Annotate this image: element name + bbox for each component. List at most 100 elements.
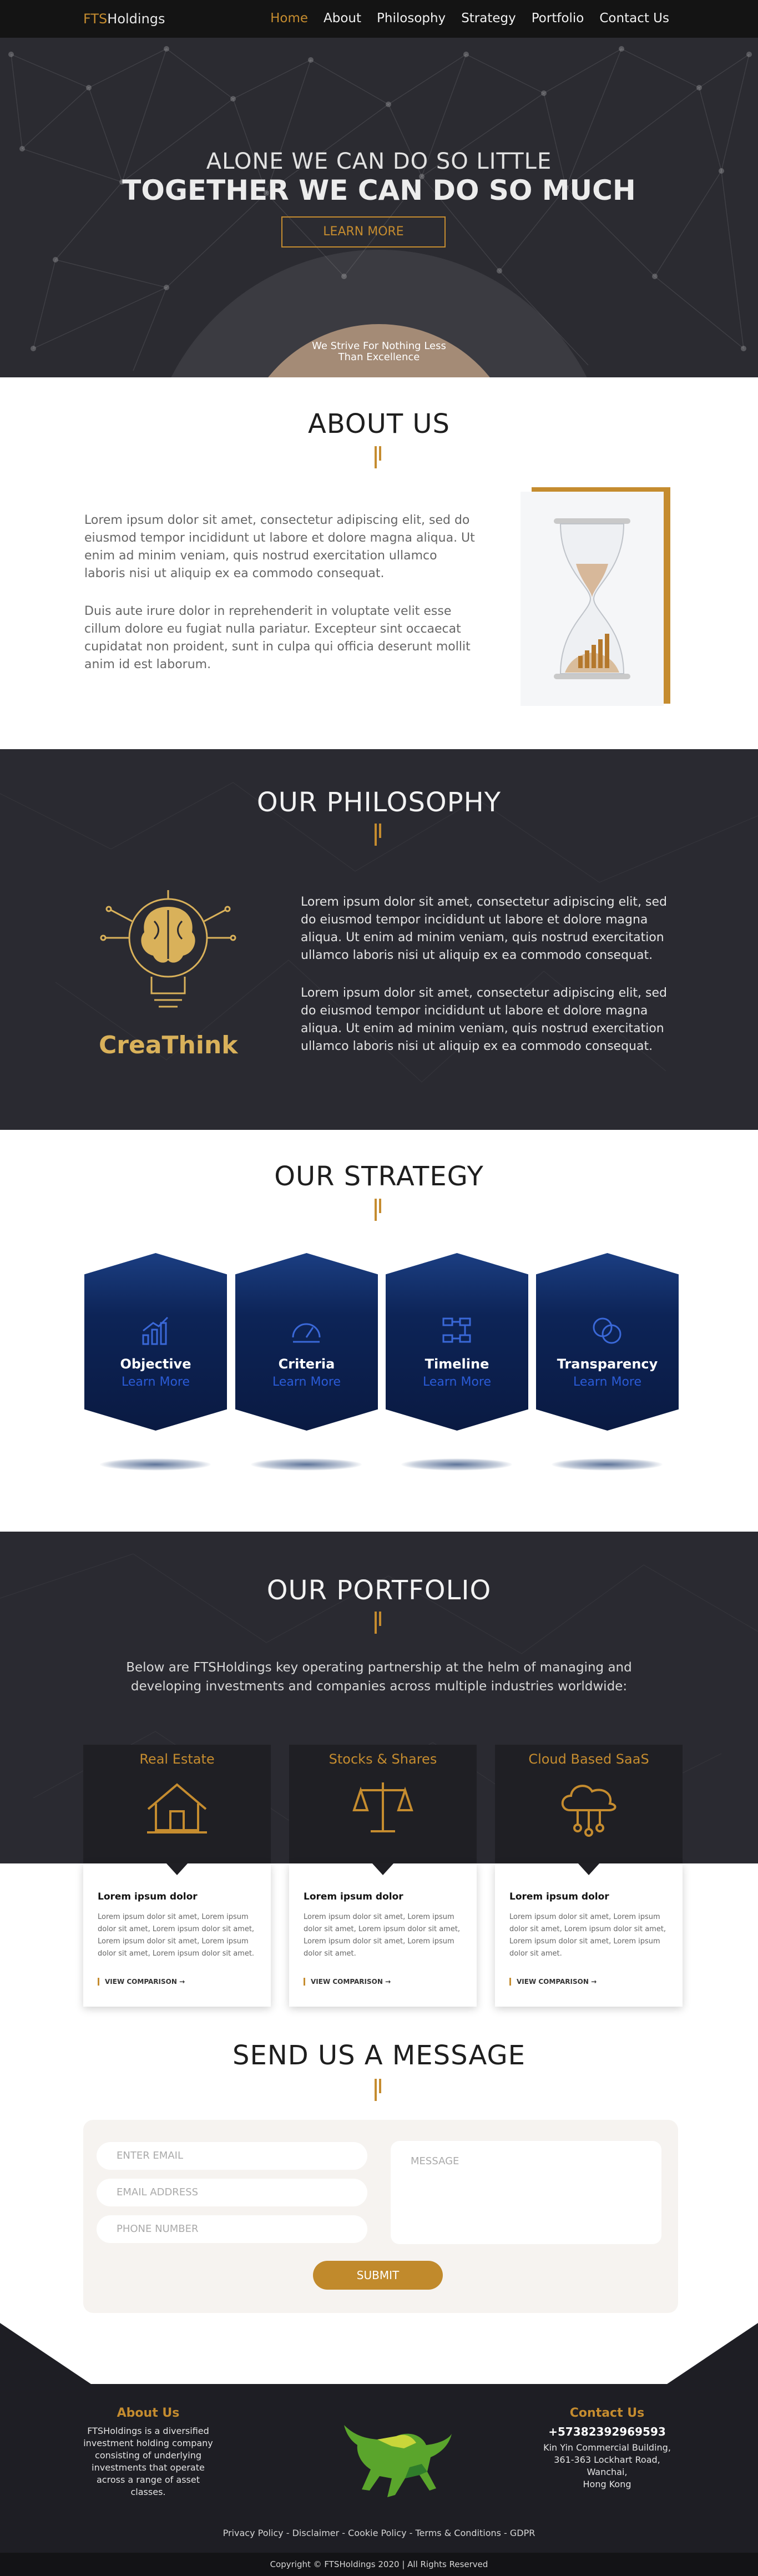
portfolio-card-body: Lorem ipsum dolor Lorem ipsum dolor sit … [289,1863,477,2007]
strategy-card-label: Timeline [425,1356,489,1372]
footer-about-title: About Us [117,2406,180,2420]
portfolio-card-heading: Lorem ipsum dolor [304,1891,403,1902]
footer-contact-title: Contact Us [569,2406,645,2420]
portfolio-card-text: Lorem ipsum dolor sit amet, Lorem ipsum … [98,1913,255,1958]
portfolio-intro: Below are FTSHoldings key operating part… [126,1660,632,1694]
hero-section: ALONE WE CAN DO SO LITTLE TOGETHER WE CA… [0,38,758,377]
hourglass-image [521,492,664,706]
learn-more-link[interactable]: Learn More [386,1375,528,1389]
learn-more-button[interactable]: LEARN MORE [281,216,446,248]
view-comparison-link[interactable]: VIEW COMPARISON → [304,1978,391,1986]
section-divider-mark [375,446,382,468]
card-pointer [166,1863,188,1875]
card-shadow [100,1458,211,1471]
hero-tagline: We Strive For Nothing Less Than Excellen… [268,341,490,363]
creathink-brand: CreaThink [99,1031,238,1059]
contact-form: ENTER EMAIL EMAIL ADDRESS PHONE NUMBER M… [83,2120,678,2313]
logo[interactable]: FTSHoldings [83,11,165,27]
address-line: Hong Kong [583,2479,631,2489]
strategy-card-objective[interactable]: Objective Learn More [84,1253,227,1431]
portfolio-category: Cloud Based SaaS [528,1751,649,1767]
email-address-field[interactable]: EMAIL ADDRESS [97,2179,367,2206]
cloud-network-icon [561,1785,616,1837]
footer-phone[interactable]: +57382392969593 [539,2425,675,2438]
address-line: Kin Yin Commercial Building, [543,2442,671,2453]
portfolio-card-heading: Lorem ipsum dolor [98,1891,198,1902]
portfolio-title: OUR PORTFOLIO [266,1575,492,1606]
footer-legal-links[interactable]: Privacy Policy - Disclaimer - Cookie Pol… [0,2528,758,2538]
portfolio-card-header: Real Estate [83,1745,271,1863]
section-divider-mark [375,824,382,846]
philosophy-title: OUR PHILOSOPHY [256,787,502,818]
strategy-card-label: Objective [120,1356,191,1372]
learn-more-link[interactable]: Learn More [536,1375,679,1389]
scales-icon [352,1782,413,1832]
nav-portfolio[interactable]: Portfolio [532,11,584,26]
philosophy-paragraph-2: Lorem ipsum dolor sit amet, consectetur … [301,986,667,1053]
footer-address: Kin Yin Commercial Building, 361-363 Loc… [539,2442,675,2491]
message-field[interactable]: MESSAGE [391,2141,661,2244]
strategy-card-transparency[interactable]: Transparency Learn More [536,1253,679,1431]
learn-more-link[interactable]: Learn More [84,1375,227,1389]
portfolio-category: Real Estate [139,1751,215,1767]
section-divider-mark [375,2079,382,2101]
portfolio-category: Stocks & Shares [329,1751,437,1767]
top-navbar: FTSHoldings Home About Philosophy Strate… [0,0,758,38]
card-shadow [552,1458,663,1471]
nav-philosophy[interactable]: Philosophy [377,11,446,26]
nav-about[interactable]: About [324,11,361,26]
strategy-card-timeline[interactable]: Timeline Learn More [386,1253,528,1431]
section-divider-mark [375,1199,382,1221]
card-pointer [372,1863,394,1875]
gauge-icon [292,1323,321,1343]
learn-more-link[interactable]: Learn More [235,1375,378,1389]
portfolio-card-text: Lorem ipsum dolor sit amet, Lorem ipsum … [509,1913,666,1958]
logo-accent: FTS [83,11,108,27]
nav-strategy[interactable]: Strategy [461,11,516,26]
footer-about-text: FTSHoldings is a diversified investment … [83,2426,213,2497]
bull-logo-icon [344,2425,452,2497]
bar-chart-icon [142,1316,169,1345]
address-line: 361-363 Lockhart Road, [554,2454,660,2465]
hero-subtitle: ALONE WE CAN DO SO LITTLE [206,149,552,174]
portfolio-card-text: Lorem ipsum dolor sit amet, Lorem ipsum … [304,1913,461,1958]
brain-lightbulb-icon [100,890,236,1008]
about-title: ABOUT US [307,408,450,440]
submit-button[interactable]: SUBMIT [313,2261,443,2290]
contact-form-title: SEND US A MESSAGE [233,2040,525,2071]
strategy-card-label: Criteria [278,1356,335,1372]
hero-tagline-line1: We Strive For Nothing Less [312,340,446,352]
view-comparison-link[interactable]: VIEW COMPARISON → [509,1978,597,1986]
about-paragraph-1: Lorem ipsum dolor sit amet, consectetur … [84,513,475,580]
card-shadow [401,1458,512,1471]
philosophy-paragraph-1: Lorem ipsum dolor sit amet, consectetur … [301,895,667,962]
nav-contact[interactable]: Contact Us [599,11,669,26]
section-divider-mark [375,1612,382,1634]
nav-home[interactable]: Home [270,11,308,26]
portfolio-card-header: Cloud Based SaaS [495,1745,683,1863]
portfolio-card-body: Lorem ipsum dolor Lorem ipsum dolor sit … [495,1863,683,2007]
portfolio-card-body: Lorem ipsum dolor Lorem ipsum dolor sit … [83,1863,271,2007]
hero-title: TOGETHER WE CAN DO SO MUCH [122,174,636,206]
email-field[interactable]: ENTER EMAIL [97,2142,367,2170]
house-icon [147,1783,207,1833]
hourglass-icon [554,518,630,679]
copyright-text: Copyright © FTSHoldings 2020 | All Right… [270,2559,488,2569]
strategy-card-label: Transparency [557,1356,658,1372]
strategy-card-criteria[interactable]: Criteria Learn More [235,1253,378,1431]
nav-menu: Home About Philosophy Strategy Portfolio… [270,11,669,26]
card-pointer [578,1863,600,1875]
address-line: Wanchai, [587,2467,628,2477]
strategy-title: OUR STRATEGY [274,1161,484,1192]
hero-tagline-line2: Than Excellence [338,351,420,363]
view-comparison-link[interactable]: VIEW COMPARISON → [98,1978,185,1986]
portfolio-card-heading: Lorem ipsum dolor [509,1891,609,1902]
circles-icon [593,1317,621,1344]
phone-field[interactable]: PHONE NUMBER [97,2215,367,2243]
portfolio-card-header: Stocks & Shares [289,1745,477,1863]
logo-text: Holdings [107,11,165,27]
about-paragraph-2: Duis aute irure dolor in reprehenderit i… [84,604,471,671]
card-shadow [251,1458,362,1471]
timeline-icon [442,1317,471,1343]
footer-wedge [0,2323,758,2384]
